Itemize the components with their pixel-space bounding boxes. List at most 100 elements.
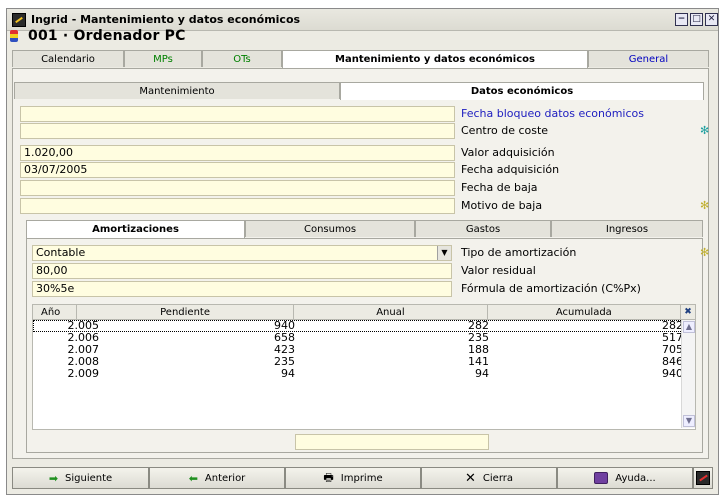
centro-coste-label: Centro de coste [461,124,549,137]
valor-residual-input[interactable]: 80,00 [32,263,452,279]
tipo-amortizacion-label: Tipo de amortización [461,246,577,259]
cell-pendiente: 423 [274,343,295,356]
cell-anual: 141 [468,355,489,368]
motivo-baja-lookup-icon[interactable]: ✻ [700,199,709,212]
fecha-adquisicion-input[interactable]: 03/07/2005 [20,162,455,178]
bottom-toolbar: ➡ Siguiente ⬅ Anterior 🖶 Imprime ✕ Cierr… [12,467,713,489]
imprime-label: Imprime [340,472,383,484]
field-row-fecha-bloqueo [20,106,455,122]
tab-datos-economicos[interactable]: Datos económicos [340,82,704,100]
field-row-valor-adquisicion: 1.020,00 [20,145,455,161]
arrow-right-icon: ➡ [48,471,59,485]
valor-adquisicion-input[interactable]: 1.020,00 [20,145,455,161]
grid-header: Año Pendiente Anual Acumulada ✖ [32,304,696,320]
inner-tabs: Amortizaciones Consumos Gastos Ingresos [26,220,703,238]
siguiente-label: Siguiente [65,472,113,484]
table-row[interactable]: 2.006 658 235 517 [33,332,695,344]
scroll-up-icon[interactable]: ▲ [683,321,695,333]
tab-gastos[interactable]: Gastos [415,220,551,237]
cierra-button[interactable]: ✕ Cierra [421,467,557,489]
window-controls: − □ ✕ [675,13,718,26]
record-header: 001 · Ordenador PC [10,28,186,44]
tab-amortizaciones[interactable]: Amortizaciones [26,220,245,238]
ayuda-label: Ayuda... [615,472,656,484]
formula-amortizacion-input[interactable]: 30%5e [32,281,452,297]
app-icon [12,12,26,27]
cell-acumulada: 705 [662,343,683,356]
cell-acumulada: 517 [662,331,683,344]
anterior-button[interactable]: ⬅ Anterior [149,467,285,489]
anterior-label: Anterior [204,472,246,484]
field-row-fecha-baja [20,180,455,196]
cell-ano: 2.009 [67,367,100,380]
tab-mantenimiento[interactable]: Mantenimiento [14,82,340,99]
cell-pendiente: 940 [274,319,295,332]
column-header-anual[interactable]: Anual [294,305,488,319]
maximize-button[interactable]: □ [690,13,703,26]
printer-icon: 🖶 [323,470,334,484]
motivo-baja-input[interactable] [20,198,455,214]
tab-consumos[interactable]: Consumos [245,220,415,237]
fecha-bloqueo-input[interactable] [20,106,455,122]
sub-tabs: Mantenimiento Datos económicos [14,82,704,100]
exit-icon [696,471,710,485]
cell-acumulada: 846 [662,355,683,368]
table-row[interactable]: 2.005 940 282 282 [33,320,695,332]
fecha-bloqueo-link[interactable]: Fecha bloqueo datos económicos [461,107,644,120]
cell-anual: 282 [468,319,489,332]
field-row-motivo-baja [20,198,455,214]
siguiente-button[interactable]: ➡ Siguiente [12,467,149,489]
tab-mps[interactable]: MPs [124,50,202,67]
scroll-down-icon[interactable]: ▼ [683,415,695,427]
close-button[interactable]: ✕ [705,13,718,26]
motivo-baja-label: Motivo de baja [461,199,543,212]
imprime-button[interactable]: 🖶 Imprime [285,467,421,489]
exit-button[interactable] [693,467,713,489]
table-row[interactable]: 2.009 94 94 940 [33,368,695,380]
cell-anual: 94 [475,367,489,380]
tab-ingresos[interactable]: Ingresos [551,220,703,237]
arrow-left-icon: ⬅ [188,471,198,485]
tab-general[interactable]: General [588,50,709,67]
valor-residual-label: Valor residual [461,264,536,277]
grid-settings-icon[interactable]: ✖ [681,305,695,319]
fecha-baja-label: Fecha de baja [461,181,538,194]
cell-acumulada: 282 [662,319,683,332]
table-row[interactable]: 2.008 235 141 846 [33,356,695,368]
field-row-formula: 30%5e [32,281,452,297]
column-header-ano[interactable]: Año [33,305,77,319]
main-tabs: Calendario MPs OTs Mantenimiento y datos… [12,50,709,68]
field-row-centro-coste [20,123,455,139]
cell-pendiente: 235 [274,355,295,368]
centro-coste-input[interactable] [20,123,455,139]
record-icon [10,30,18,42]
tipo-amortizacion-select[interactable]: Contable ▼ [32,245,452,261]
fecha-adquisicion-label: Fecha adquisición [461,163,560,176]
tab-ots[interactable]: OTs [202,50,282,67]
total-field [295,434,489,450]
record-title: 001 · Ordenador PC [28,28,186,44]
cell-anual: 188 [468,343,489,356]
tab-calendario[interactable]: Calendario [12,50,124,67]
column-header-acumulada[interactable]: Acumulada [488,305,682,319]
fecha-baja-input[interactable] [20,180,455,196]
centro-coste-lookup-icon[interactable]: ✻ [700,124,709,137]
cell-pendiente: 658 [274,331,295,344]
tipo-amortizacion-lookup-icon[interactable]: ✻ [700,246,709,259]
close-icon: ✕ [465,470,476,486]
column-header-pendiente[interactable]: Pendiente [77,305,295,319]
ayuda-button[interactable]: Ayuda... [557,467,693,489]
window-title: Ingrid - Mantenimiento y datos económico… [31,13,301,26]
tab-mantenimiento-datos-economicos[interactable]: Mantenimiento y datos económicos [282,50,588,68]
table-row[interactable]: 2.007 423 188 705 [33,344,695,356]
chevron-down-icon[interactable]: ▼ [437,246,451,260]
field-row-valor-residual: 80,00 [32,263,452,279]
tipo-amortizacion-value: Contable [36,246,86,259]
amortization-grid: 2.005 940 282 282 2.006 658 235 517 2.00… [32,320,696,430]
valor-adquisicion-label: Valor adquisición [461,146,555,159]
cell-pendiente: 94 [281,367,295,380]
cell-acumulada: 940 [662,367,683,380]
minimize-button[interactable]: − [675,13,688,26]
grid-scrollbar[interactable]: ▲ ▼ [681,320,695,428]
formula-amortizacion-label: Fórmula de amortización (C%Px) [461,282,641,295]
